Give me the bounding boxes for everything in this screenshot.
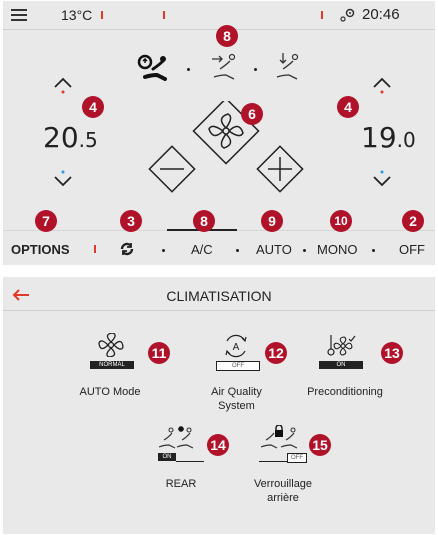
callout-badge: 8: [216, 25, 238, 47]
clock: 20:46: [362, 6, 400, 23]
right-temperature: 19.0: [361, 121, 416, 154]
callout-badge: 13: [381, 342, 403, 364]
svg-text:A: A: [233, 342, 240, 353]
rear-climate-icon: [158, 426, 194, 449]
fan-decrease-button[interactable]: [150, 148, 194, 192]
recirculation-icon[interactable]: [119, 241, 135, 257]
callout-badge: 4: [82, 96, 104, 118]
option-label: AUTO Mode: [79, 386, 141, 398]
left-temp-up-icon[interactable]: [52, 73, 74, 95]
rear-lock-option[interactable]: OFF Verrouillage arrière: [245, 425, 345, 515]
page-title: CLIMATISATION: [166, 288, 272, 304]
ac-button[interactable]: A/C: [191, 242, 213, 257]
callout-badge: 15: [309, 434, 331, 456]
callout-badge: 3: [120, 210, 142, 232]
auto-button[interactable]: AUTO: [256, 242, 292, 257]
option-label: Air Quality System: [211, 386, 262, 412]
state-badge: OFF: [287, 453, 307, 463]
callout-badge: 11: [148, 342, 170, 364]
callout-badge: 14: [207, 434, 229, 456]
airflow-windscreen-face-icon[interactable]: [208, 51, 240, 83]
right-temp-up-icon[interactable]: [371, 73, 393, 95]
auto-mode-option[interactable]: NORMAL AUTO Mode: [65, 333, 155, 413]
fan-icon: [98, 333, 124, 357]
rear-lock-icon: [260, 425, 298, 449]
callout-badge: 6: [241, 103, 263, 125]
preconditioning-icon: [327, 335, 356, 356]
airflow-feet-icon[interactable]: [271, 51, 303, 83]
callout-badge: 12: [265, 342, 287, 364]
connection-icon: [340, 8, 355, 22]
callout-badge: 4: [337, 96, 359, 118]
callout-badge: 9: [261, 210, 283, 232]
off-button[interactable]: OFF: [399, 242, 425, 257]
mono-button[interactable]: MONO: [317, 242, 357, 257]
options-button[interactable]: OPTIONS: [11, 242, 70, 257]
callout-badge: 7: [35, 210, 57, 232]
right-temp-down-icon[interactable]: [371, 169, 393, 191]
climate-main-screen: 13°C 20:46 20.5 19.0 OPTIONS A/C AUTO MO…: [3, 1, 435, 265]
option-label: Preconditioning: [307, 386, 383, 398]
fan-increase-button[interactable]: [258, 148, 302, 192]
left-temperature: 20.5: [43, 121, 98, 154]
option-label: Verrouillage arrière: [253, 478, 313, 504]
state-badge: NORMAL: [90, 361, 134, 369]
option-label: REAR: [165, 478, 197, 490]
callout-badge: 2: [402, 210, 424, 232]
menu-icon[interactable]: [11, 9, 27, 21]
outside-temperature: 13°C: [61, 7, 93, 23]
airflow-face-icon[interactable]: [137, 53, 171, 83]
state-badge: ON: [158, 453, 176, 461]
state-badge: ON: [319, 361, 363, 369]
climate-options-screen: CLIMATISATION NORMAL AUTO Mode A OFF Air…: [3, 277, 435, 534]
air-quality-icon: A: [225, 334, 247, 358]
callout-badge: 10: [330, 210, 352, 232]
left-temp-down-icon[interactable]: [52, 169, 74, 191]
state-badge: OFF: [216, 361, 260, 371]
callout-badge: 8: [193, 210, 215, 232]
